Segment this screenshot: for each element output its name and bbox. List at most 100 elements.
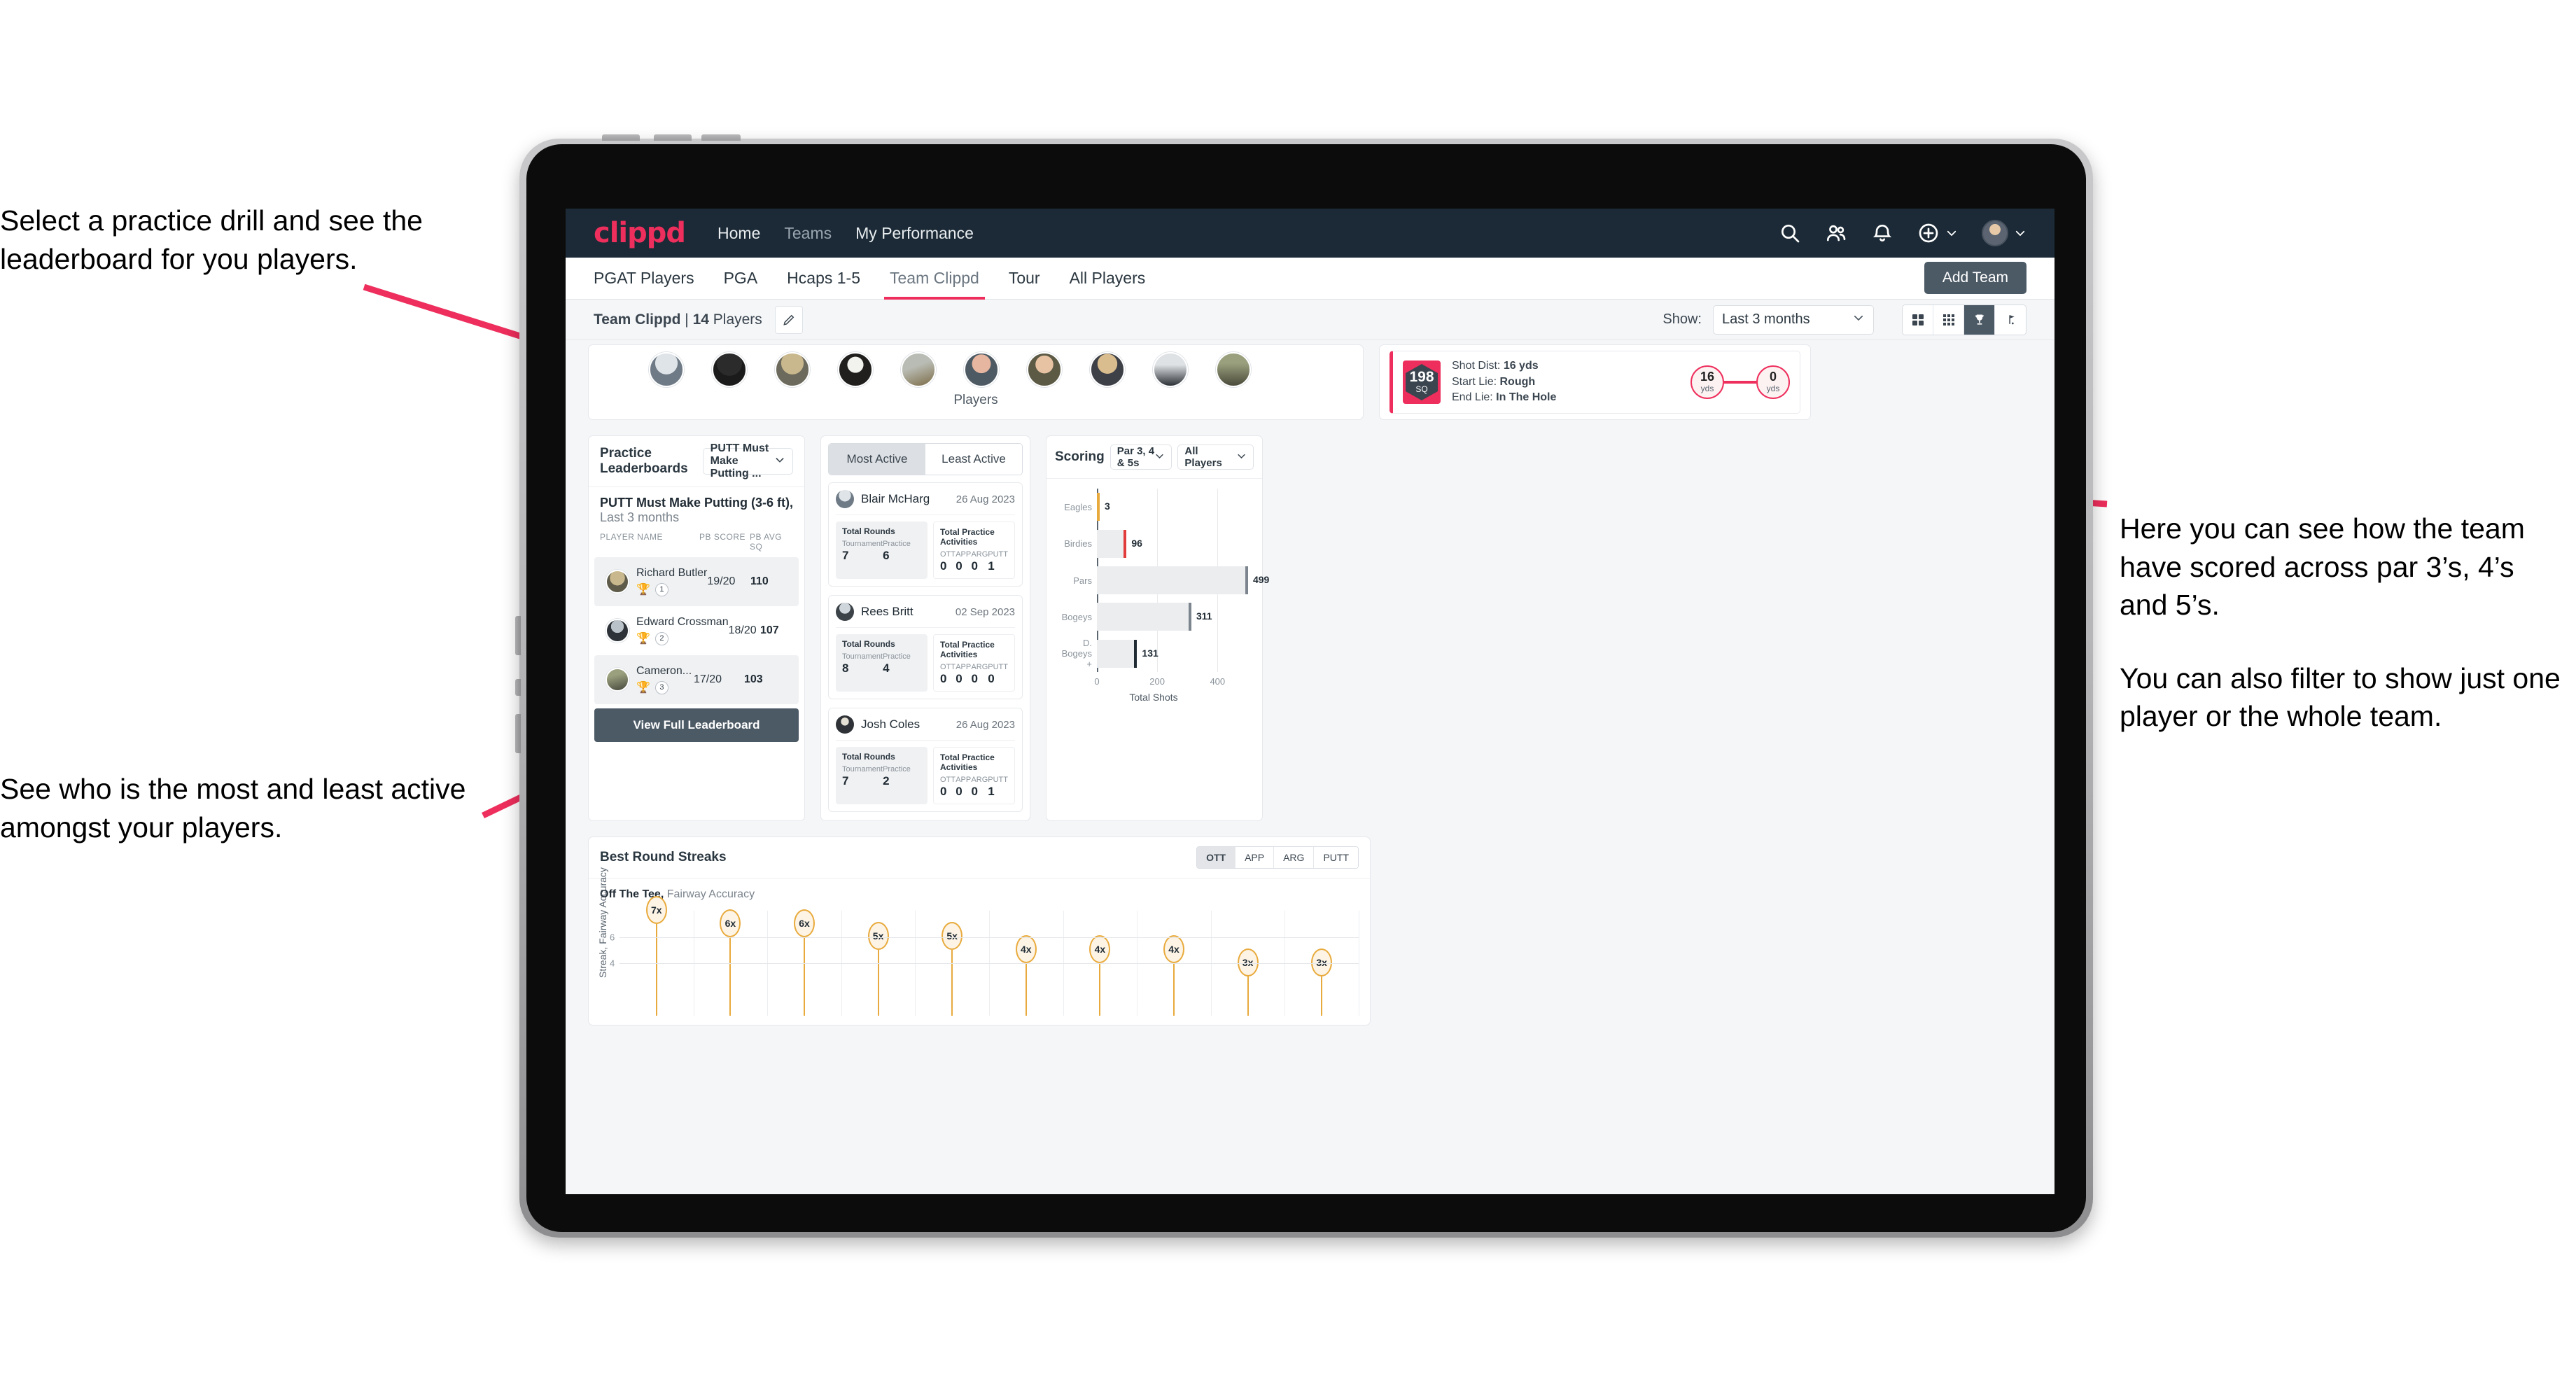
scoring-bar-track: 131: [1097, 639, 1251, 668]
scoring-bar-cap: [1134, 639, 1138, 668]
par-filter-select[interactable]: Par 3, 4 & 5s: [1110, 444, 1172, 470]
player-avatar[interactable]: [1216, 352, 1251, 387]
tab-all-players[interactable]: All Players: [1070, 258, 1146, 300]
activity-arg-label: ARG: [971, 776, 988, 784]
bell-icon[interactable]: [1871, 222, 1893, 244]
grid-3x3-icon[interactable]: [1933, 304, 1964, 335]
start-lie-value: Rough: [1499, 375, 1536, 388]
activity-date: 26 Aug 2023: [955, 718, 1015, 731]
profile-menu[interactable]: [1982, 220, 2026, 246]
streaks-lollipop[interactable]: 4x: [1015, 935, 1037, 1016]
tab-pga[interactable]: PGA: [724, 258, 758, 300]
scoring-bar: [1097, 566, 1247, 594]
team-name: Team Clippd: [594, 311, 681, 328]
scoring-header: Scoring Par 3, 4 & 5s All Players: [1046, 436, 1262, 479]
streaks-lollipop[interactable]: 5x: [867, 922, 889, 1016]
streaks-stem: [1099, 963, 1101, 1016]
list-item[interactable]: Rees Britt 02 Sep 2023 Total Rounds Tour…: [828, 595, 1023, 699]
tab-team-clippd[interactable]: Team Clippd: [884, 258, 985, 300]
activity-ott-label: OTT: [940, 550, 955, 559]
avatar: [606, 570, 629, 594]
streaks-toggle-arg[interactable]: ARG: [1274, 847, 1315, 868]
rounds-practice: Practice 2: [883, 765, 921, 788]
tab-least-active[interactable]: Least Active: [925, 444, 1022, 475]
leaderboard-row-name-wrap: Cameron... 🏆 3: [636, 665, 694, 694]
streaks-toggle-ott[interactable]: OTT: [1197, 847, 1236, 868]
streaks-lollipop-chart: Streak, Fairway Accuracy 7x 6x 6x 5x 5x 4x 4x 4…: [597, 867, 1359, 1016]
rank-badge: 1: [654, 582, 668, 596]
nav-link-home[interactable]: Home: [718, 224, 760, 243]
pencil-icon[interactable]: [774, 305, 803, 334]
streaks-value-bubble: 7x: [645, 895, 667, 924]
activity-tab-group: Most Active Least Active: [828, 443, 1023, 475]
view-full-leaderboard-button[interactable]: View Full Leaderboard: [594, 708, 799, 742]
shot-detail-inner: 198 SQ Shot Dist: 16 yds Start Lie: Roug…: [1390, 351, 1800, 414]
nav-icon-group: [1779, 220, 2026, 246]
list-item[interactable]: Blair McHarg 26 Aug 2023 Total Rounds To…: [828, 482, 1023, 587]
tab-pgat-players[interactable]: PGAT Players: [594, 258, 694, 300]
streaks-lollipop[interactable]: 3x: [1237, 948, 1259, 1016]
activity-arg-label: ARG: [971, 663, 988, 671]
leaderboard-row-name-wrap: Richard Butler 🏆 1: [636, 567, 707, 596]
player-avatar[interactable]: [1027, 352, 1062, 387]
player-avatar[interactable]: [901, 352, 936, 387]
players-strip-label: Players: [953, 393, 998, 407]
people-icon[interactable]: [1825, 222, 1847, 244]
trophy-icon[interactable]: [1964, 304, 1995, 335]
player-avatar[interactable]: [775, 352, 810, 387]
rounds-tournament: Tournament 7: [842, 540, 883, 563]
plus-circle-icon[interactable]: [1917, 222, 1940, 244]
activity-app: APP 0: [955, 550, 971, 573]
streaks-lollipop[interactable]: 4x: [1163, 935, 1184, 1016]
streaks-toggle-putt[interactable]: PUTT: [1314, 847, 1358, 868]
avatar[interactable]: [1982, 220, 2008, 246]
player-avatar[interactable]: [649, 352, 684, 387]
show-filter-group: Show: Last 3 months: [1662, 304, 2026, 335]
streaks-lollipop[interactable]: 5x: [941, 922, 963, 1016]
streaks-lollipop[interactable]: 6x: [794, 909, 815, 1016]
avatar: [606, 619, 629, 643]
player-name: Edward Crossman: [636, 616, 729, 628]
player-avatar[interactable]: [1090, 352, 1125, 387]
total-rounds-box: Total Rounds Tournament 8 Practice 4: [836, 634, 927, 692]
total-practice-activities-title: Total Practice Activities: [940, 752, 995, 772]
table-row[interactable]: Edward Crossman 🏆 2 18/20 107: [594, 606, 799, 655]
total-practice-activities-title: Total Practice Activities: [940, 527, 995, 547]
player-filter-select[interactable]: All Players: [1177, 444, 1254, 470]
clippd-logo[interactable]: clippd: [594, 217, 686, 249]
add-team-button[interactable]: Add Team: [1924, 262, 2026, 294]
player-avatar[interactable]: [712, 352, 747, 387]
tablet-top-button-1: [602, 134, 640, 141]
streaks-toggle-app[interactable]: APP: [1236, 847, 1275, 868]
player-avatar[interactable]: [964, 352, 999, 387]
player-avatar[interactable]: [1153, 352, 1188, 387]
show-range-select[interactable]: Last 3 months: [1713, 304, 1874, 335]
player-name: Richard Butler: [636, 567, 708, 579]
nav-link-my-performance[interactable]: My Performance: [855, 224, 974, 243]
chevron-down-icon: [2014, 227, 2026, 239]
streaks-lollipop[interactable]: 6x: [720, 909, 741, 1016]
list-item[interactable]: Josh Coles 26 Aug 2023 Total Rounds Tour…: [828, 708, 1023, 812]
streaks-lollipop[interactable]: 4x: [1089, 935, 1111, 1016]
rounds-tournament: Tournament 8: [842, 652, 883, 676]
search-icon[interactable]: [1779, 222, 1801, 244]
table-row[interactable]: Cameron... 🏆 3 17/20 103: [594, 655, 799, 704]
streaks-gridline: [620, 937, 1359, 938]
streaks-y-axis-label: Streak, Fairway Accuracy: [597, 867, 608, 978]
player-avatar[interactable]: [838, 352, 873, 387]
tab-tour[interactable]: Tour: [1009, 258, 1040, 300]
rounds-tournament-value: 7: [842, 549, 849, 562]
tab-most-active[interactable]: Most Active: [829, 444, 925, 475]
activity-putt-value: 1: [988, 785, 995, 798]
streaks-lollipop[interactable]: 3x: [1311, 948, 1333, 1016]
grid-2x2-icon[interactable]: [1903, 304, 1933, 335]
add-menu[interactable]: [1917, 222, 1958, 244]
streaks-lollipop[interactable]: 7x: [645, 895, 667, 1016]
table-row[interactable]: Richard Butler 🏆 1 19/20 110: [594, 557, 799, 606]
leaderboard-row-badges: 🏆 2: [636, 631, 729, 645]
drill-select[interactable]: PUTT Must Make Putting ...: [702, 442, 793, 479]
nav-link-teams[interactable]: Teams: [784, 224, 832, 243]
annotation-right-text-1: Here you can see how the team have score…: [2120, 512, 2525, 622]
golf-flag-icon[interactable]: [1995, 304, 2026, 335]
tab-hcaps-1-5[interactable]: Hcaps 1-5: [787, 258, 860, 300]
